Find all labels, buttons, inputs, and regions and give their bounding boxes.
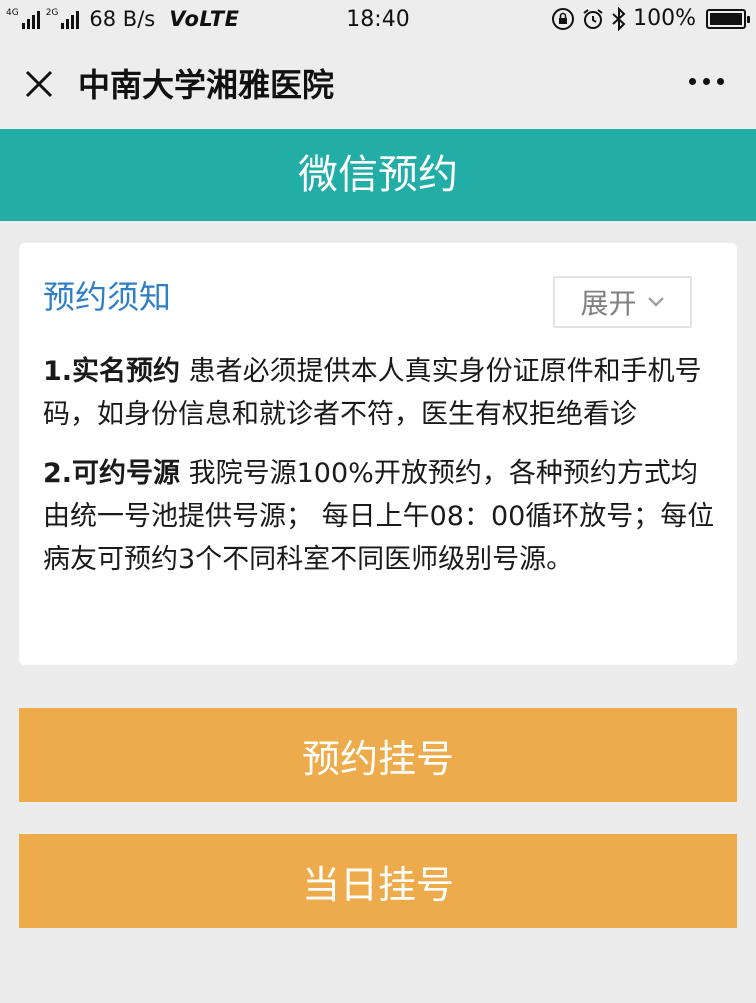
expand-label: 展开: [580, 287, 637, 320]
notice-item-source: 2.可约号源 我院号源100%开放预约，各种预约方式均由统一号池提供号源； 每日…: [43, 452, 715, 581]
status-bar: 4G 2G 68 B/s VoLTE 18:40 100%: [0, 0, 756, 40]
chevron-down-icon: [647, 297, 664, 307]
notice-card: 预约须知 展开 1.实名预约 患者必须提供本人真实身份证原件和手机号码，如身份信…: [19, 243, 737, 665]
page-title: 中南大学湘雅医院: [78, 66, 335, 104]
alarm-icon: [583, 8, 603, 29]
book-appointment-button[interactable]: 预约挂号: [19, 708, 737, 802]
notice-item-realname: 1.实名预约 患者必须提供本人真实身份证原件和手机号码，如身份信息和就诊者不符，…: [43, 350, 715, 436]
expand-button[interactable]: 展开: [553, 276, 692, 328]
title-bar: 中南大学湘雅医院: [0, 40, 756, 129]
notice-item-heading: 1.实名预约: [43, 356, 181, 387]
battery-fill: [710, 12, 742, 25]
notice-item-heading: 2.可约号源: [43, 458, 181, 489]
battery-icon: [706, 8, 750, 29]
more-icon[interactable]: [689, 78, 724, 85]
battery-percent: 100%: [633, 6, 696, 31]
status-right: 100%: [551, 6, 750, 31]
notice-title: 预约须知: [43, 278, 172, 316]
banner-title: 微信预约: [0, 129, 756, 221]
close-icon[interactable]: [24, 69, 54, 99]
lock-rotation-icon: [552, 7, 575, 30]
same-day-registration-button[interactable]: 当日挂号: [19, 834, 737, 928]
bluetooth-icon: [612, 6, 626, 31]
